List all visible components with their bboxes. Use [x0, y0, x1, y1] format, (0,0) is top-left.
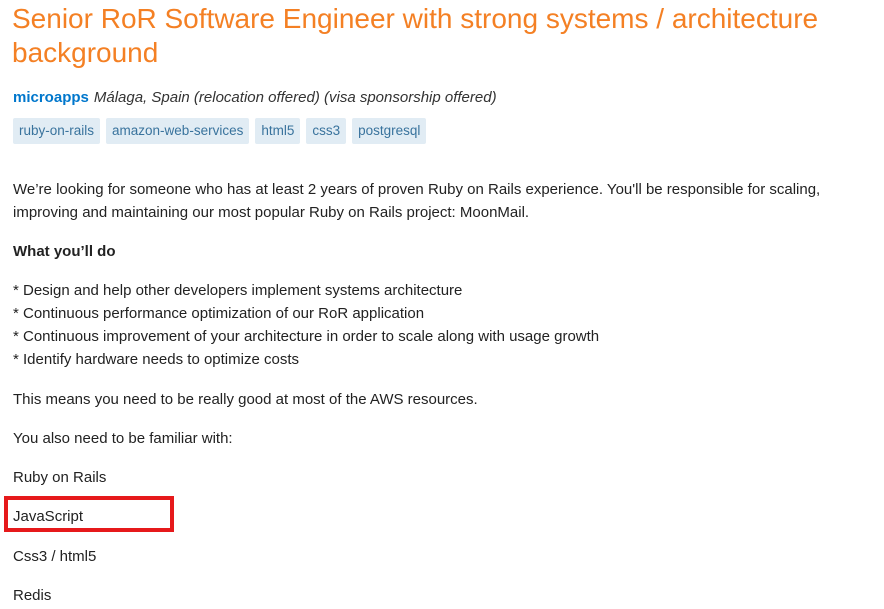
tag-html5[interactable]: html5	[255, 118, 301, 144]
job-location: Málaga, Spain (relocation offered) (visa…	[93, 89, 497, 106]
list-item: * Design and help other developers imple…	[13, 282, 463, 299]
tag-postgresql[interactable]: postgresql	[352, 118, 427, 144]
skill-redis: Redis	[13, 587, 52, 604]
list-item: * Continuous improvement of your archite…	[13, 328, 600, 345]
job-title[interactable]: Senior RoR Software Engineer with strong…	[12, 2, 872, 70]
tag-amazon-web-services[interactable]: amazon-web-services	[106, 118, 250, 144]
skill-ruby-on-rails: Ruby on Rails	[13, 469, 107, 486]
intro-paragraph: We’re looking for someone who has at lea…	[13, 181, 821, 221]
skill-css3-html5: Css3 / html5	[13, 548, 97, 565]
job-meta: microapps Málaga, Spain (relocation offer…	[13, 88, 497, 108]
tag-css3[interactable]: css3	[306, 118, 347, 144]
responsibilities-list: * Design and help other developers imple…	[13, 279, 599, 371]
company-link[interactable]: microapps	[13, 89, 89, 106]
tag-ruby-on-rails[interactable]: ruby-on-rails	[13, 118, 101, 144]
aws-paragraph: This means you need to be really good at…	[13, 391, 478, 408]
list-item: * Continuous performance optimization of…	[13, 305, 425, 322]
familiar-paragraph: You also need to be familiar with:	[13, 430, 233, 447]
list-item: * Identify hardware needs to optimize co…	[13, 351, 299, 368]
highlight-annotation-box	[4, 496, 174, 532]
tag-list: ruby-on-rails amazon-web-services html5 …	[13, 118, 427, 144]
job-listing-page: Senior RoR Software Engineer with strong…	[0, 0, 884, 609]
section-heading: What you’ll do	[13, 243, 116, 260]
